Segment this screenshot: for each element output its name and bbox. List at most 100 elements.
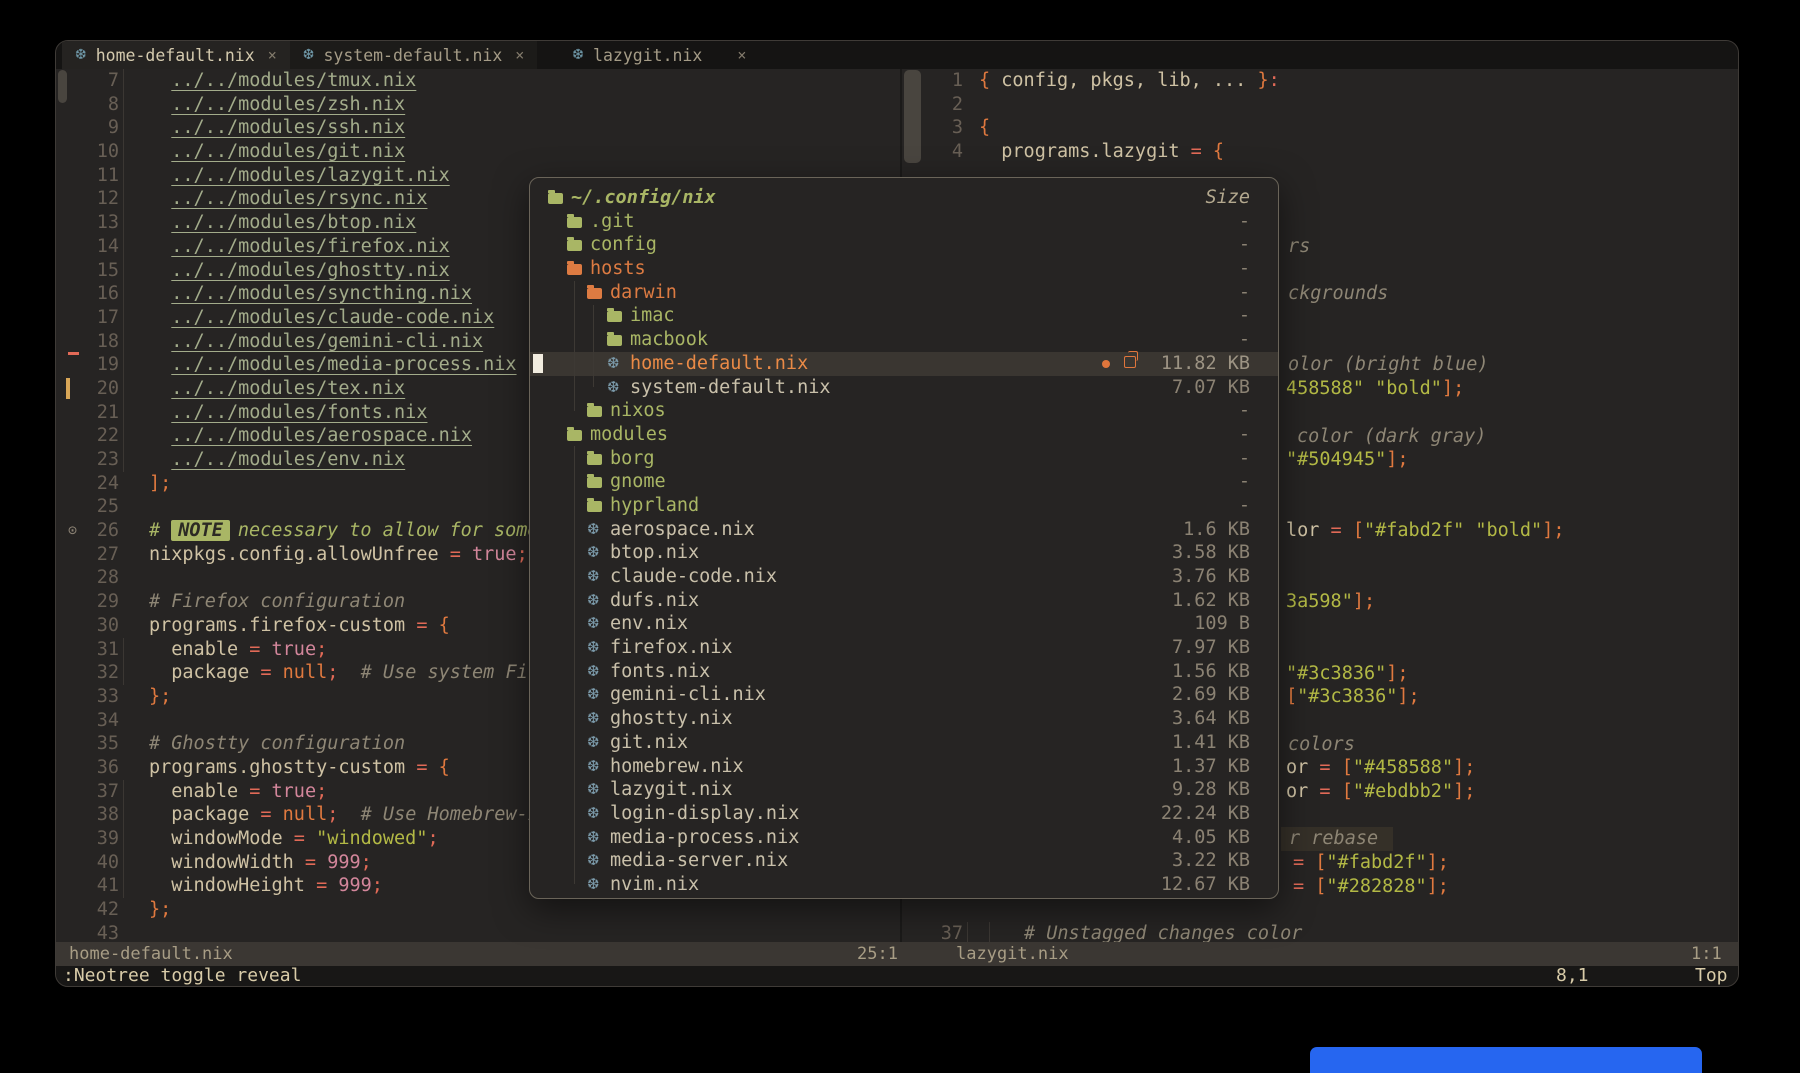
module-path-link[interactable]: ../../modules/aerospace.nix	[171, 425, 472, 446]
code-token: enable	[149, 639, 238, 660]
code-line[interactable]: 8 ../../modules/zsh.nix	[56, 93, 898, 117]
line-number: 24	[84, 472, 119, 496]
tree-dir-hosts[interactable]: hosts-	[530, 257, 1278, 281]
tree-file-system-default-nix[interactable]: ❆system-default.nix7.07 KB	[530, 376, 1278, 400]
tree-dir-macbook[interactable]: macbook-	[530, 328, 1278, 352]
code-token: {	[979, 70, 990, 91]
tree-dir-darwin[interactable]: darwin-	[530, 281, 1278, 305]
code-line[interactable]: 7 ../../modules/tmux.nix	[56, 69, 898, 93]
folder-icon	[587, 288, 602, 299]
code-line[interactable]: 1{ config, pkgs, lib, ... }:	[902, 69, 1738, 93]
close-icon[interactable]: ×	[515, 46, 524, 64]
tree-dir-imac[interactable]: imac-	[530, 304, 1278, 328]
module-path-link[interactable]: ../../modules/zsh.nix	[171, 94, 405, 115]
code-text: ../../modules/aerospace.nix	[119, 424, 472, 448]
file-size: 1.56 KB	[1172, 660, 1250, 684]
tab-lazygit-nix[interactable]: ❆lazygit.nix×	[559, 41, 759, 69]
line-number: 37	[84, 780, 119, 804]
module-path-link[interactable]: ../../modules/lazygit.nix	[171, 165, 449, 186]
code-token: ];	[1427, 852, 1449, 873]
tree-dir-modules[interactable]: modules-	[530, 423, 1278, 447]
code-line[interactable]: 9 ../../modules/ssh.nix	[56, 116, 898, 140]
code-token: true	[472, 544, 517, 565]
tree-file-dufs-nix[interactable]: ❆dufs.nix1.62 KB	[530, 589, 1278, 613]
close-icon[interactable]: ×	[737, 46, 746, 64]
tree-dir-nixos[interactable]: nixos-	[530, 399, 1278, 423]
close-icon[interactable]: ×	[268, 46, 277, 64]
modified-dot-icon	[1102, 360, 1110, 368]
module-path-link[interactable]: ../../modules/claude-code.nix	[171, 307, 494, 328]
tree-file-git-nix[interactable]: ❆git.nix1.41 KB	[530, 731, 1278, 755]
module-path-link[interactable]: ../../modules/gemini-cli.nix	[171, 331, 483, 352]
tree-file-home-default-nix[interactable]: ❆home-default.nix11.82 KB	[530, 352, 1278, 376]
gutter-sign-column	[902, 116, 930, 140]
tree-item-label: modules	[590, 423, 668, 447]
code-token: =	[294, 852, 327, 873]
tree-dir-borg[interactable]: borg-	[530, 447, 1278, 471]
code-token: =	[1319, 520, 1352, 541]
tree-file-lazygit-nix[interactable]: ❆lazygit.nix9.28 KB	[530, 778, 1278, 802]
tree-file-media-process-nix[interactable]: ❆media-process.nix4.05 KB	[530, 826, 1278, 850]
line-number: 2	[930, 93, 963, 117]
tree-root-row[interactable]: ~/.config/nix Size	[530, 186, 1278, 210]
module-path-link[interactable]: ../../modules/ghostty.nix	[171, 260, 449, 281]
module-path-link[interactable]: ../../modules/git.nix	[171, 141, 405, 162]
code-text: {	[963, 116, 990, 140]
code-fragment: 3a598"];	[1286, 590, 1375, 614]
line-number: 13	[84, 211, 119, 235]
file-size: 2.69 KB	[1172, 683, 1250, 707]
indent-guide	[123, 282, 124, 306]
module-path-link[interactable]: ../../modules/syncthing.nix	[171, 283, 472, 304]
tree-file-fonts-nix[interactable]: ❆fonts.nix1.56 KB	[530, 660, 1278, 684]
tree-dir-hyprland[interactable]: hyprland-	[530, 494, 1278, 518]
tab-system-default-nix[interactable]: ❆system-default.nix×	[290, 41, 538, 69]
tree-file-media-server-nix[interactable]: ❆media-server.nix3.22 KB	[530, 849, 1278, 873]
code-token: windowHeight	[149, 875, 305, 896]
gutter-sign-column	[56, 259, 84, 283]
module-path-link[interactable]: ../../modules/media-process.nix	[171, 354, 516, 375]
tree-file-nvim-nix[interactable]: ❆nvim.nix12.67 KB	[530, 873, 1278, 897]
code-line[interactable]: 43	[56, 922, 898, 942]
tree-file-gemini-cli-nix[interactable]: ❆gemini-cli.nix2.69 KB	[530, 683, 1278, 707]
module-path-link[interactable]: ../../modules/env.nix	[171, 449, 405, 470]
code-fragment: ["#3c3836"];	[1286, 685, 1420, 709]
tree-file-firefox-nix[interactable]: ❆firefox.nix7.97 KB	[530, 636, 1278, 660]
code-line[interactable]: 4 programs.lazygit = {	[902, 140, 1738, 164]
code-fragment: lor = ["#fabd2f" "bold"];	[1286, 519, 1564, 543]
indent-guide	[123, 780, 124, 804]
tree-file-login-display-nix[interactable]: ❆login-display.nix22.24 KB	[530, 802, 1278, 826]
module-path-link[interactable]: ../../modules/fonts.nix	[171, 402, 427, 423]
command-line[interactable]: :Neotree toggle reveal 8,1 Top	[56, 966, 1738, 986]
tree-file-env-nix[interactable]: ❆env.nix109 B	[530, 612, 1278, 636]
tree-file-ghostty-nix[interactable]: ❆ghostty.nix3.64 KB	[530, 707, 1278, 731]
folder-icon	[567, 240, 582, 251]
code-token: {	[979, 117, 990, 138]
tree-dir-config[interactable]: config-	[530, 233, 1278, 257]
gutter-sign-column	[56, 140, 84, 164]
code-line[interactable]: 37# Unstagged changes color	[902, 922, 1738, 942]
tree-file-homebrew-nix[interactable]: ❆homebrew.nix1.37 KB	[530, 755, 1278, 779]
tree-item-label: aerospace.nix	[610, 518, 755, 542]
scroll-indicator: Top	[1695, 966, 1728, 986]
code-line[interactable]: 10 ../../modules/git.nix	[56, 140, 898, 164]
code-line[interactable]: 3{	[902, 116, 1738, 140]
tree-file-aerospace-nix[interactable]: ❆aerospace.nix1.6 KB	[530, 518, 1278, 542]
tree-dir--git[interactable]: .git-	[530, 210, 1278, 234]
code-line[interactable]: 42};	[56, 898, 898, 922]
tree-file-claude-code-nix[interactable]: ❆claude-code.nix3.76 KB	[530, 565, 1278, 589]
tree-file-btop-nix[interactable]: ❆btop.nix3.58 KB	[530, 541, 1278, 565]
tree-item-label: darwin	[610, 281, 677, 305]
module-path-link[interactable]: ../../modules/tex.nix	[171, 378, 405, 399]
module-path-link[interactable]: ../../modules/ssh.nix	[171, 117, 405, 138]
code-text: ../../modules/git.nix	[119, 140, 405, 164]
module-path-link[interactable]: ../../modules/tmux.nix	[171, 70, 416, 91]
code-token: =	[238, 781, 271, 802]
module-path-link[interactable]: ../../modules/btop.nix	[171, 212, 416, 233]
indent-guide	[123, 211, 124, 235]
tree-dir-gnome[interactable]: gnome-	[530, 470, 1278, 494]
module-path-link[interactable]: ../../modules/firefox.nix	[171, 236, 449, 257]
code-line[interactable]: 2	[902, 93, 1738, 117]
tab-home-default-nix[interactable]: ❆home-default.nix×	[62, 41, 290, 69]
code-token	[149, 331, 171, 352]
module-path-link[interactable]: ../../modules/rsync.nix	[171, 188, 427, 209]
